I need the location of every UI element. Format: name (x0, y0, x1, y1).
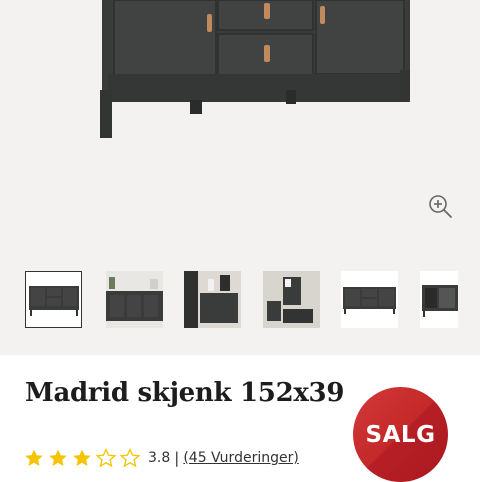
thumbnail-image (343, 287, 396, 314)
rating: 3.8 | (45 Vurderinger) (24, 448, 299, 468)
zoom-in-icon (429, 195, 452, 218)
star-empty-icon (96, 448, 116, 468)
star-filled-icon (25, 449, 43, 466)
rating-value: 3.8 (148, 450, 171, 466)
zoom-button[interactable] (426, 192, 454, 220)
product-title: Madrid skjenk 152x39 (25, 378, 345, 408)
thumbnail-image (184, 271, 241, 328)
thumbnail-image (106, 271, 163, 328)
star-empty-icon (120, 448, 140, 468)
star-filled-icon (73, 449, 91, 466)
thumbnail-5[interactable] (341, 271, 398, 328)
reviews-link[interactable]: (45 Vurderinger) (183, 450, 298, 466)
thumbnail-image (29, 286, 79, 316)
thumbnail-strip (0, 255, 480, 355)
thumbnail-6[interactable] (420, 271, 458, 328)
thumbnail-image (422, 285, 458, 317)
thumbnail-2[interactable] (106, 271, 163, 328)
rating-separator: | (174, 449, 180, 467)
thumbnail-image (263, 271, 320, 328)
sideboard-image (100, 0, 410, 138)
star-filled-icon (49, 449, 67, 466)
product-image (0, 0, 480, 255)
thumbnail-4[interactable] (263, 271, 320, 328)
thumbnail-1[interactable] (25, 271, 82, 328)
sale-badge: SALG (353, 387, 448, 482)
thumbnail-3[interactable] (184, 271, 241, 328)
rating-stars (24, 448, 140, 468)
